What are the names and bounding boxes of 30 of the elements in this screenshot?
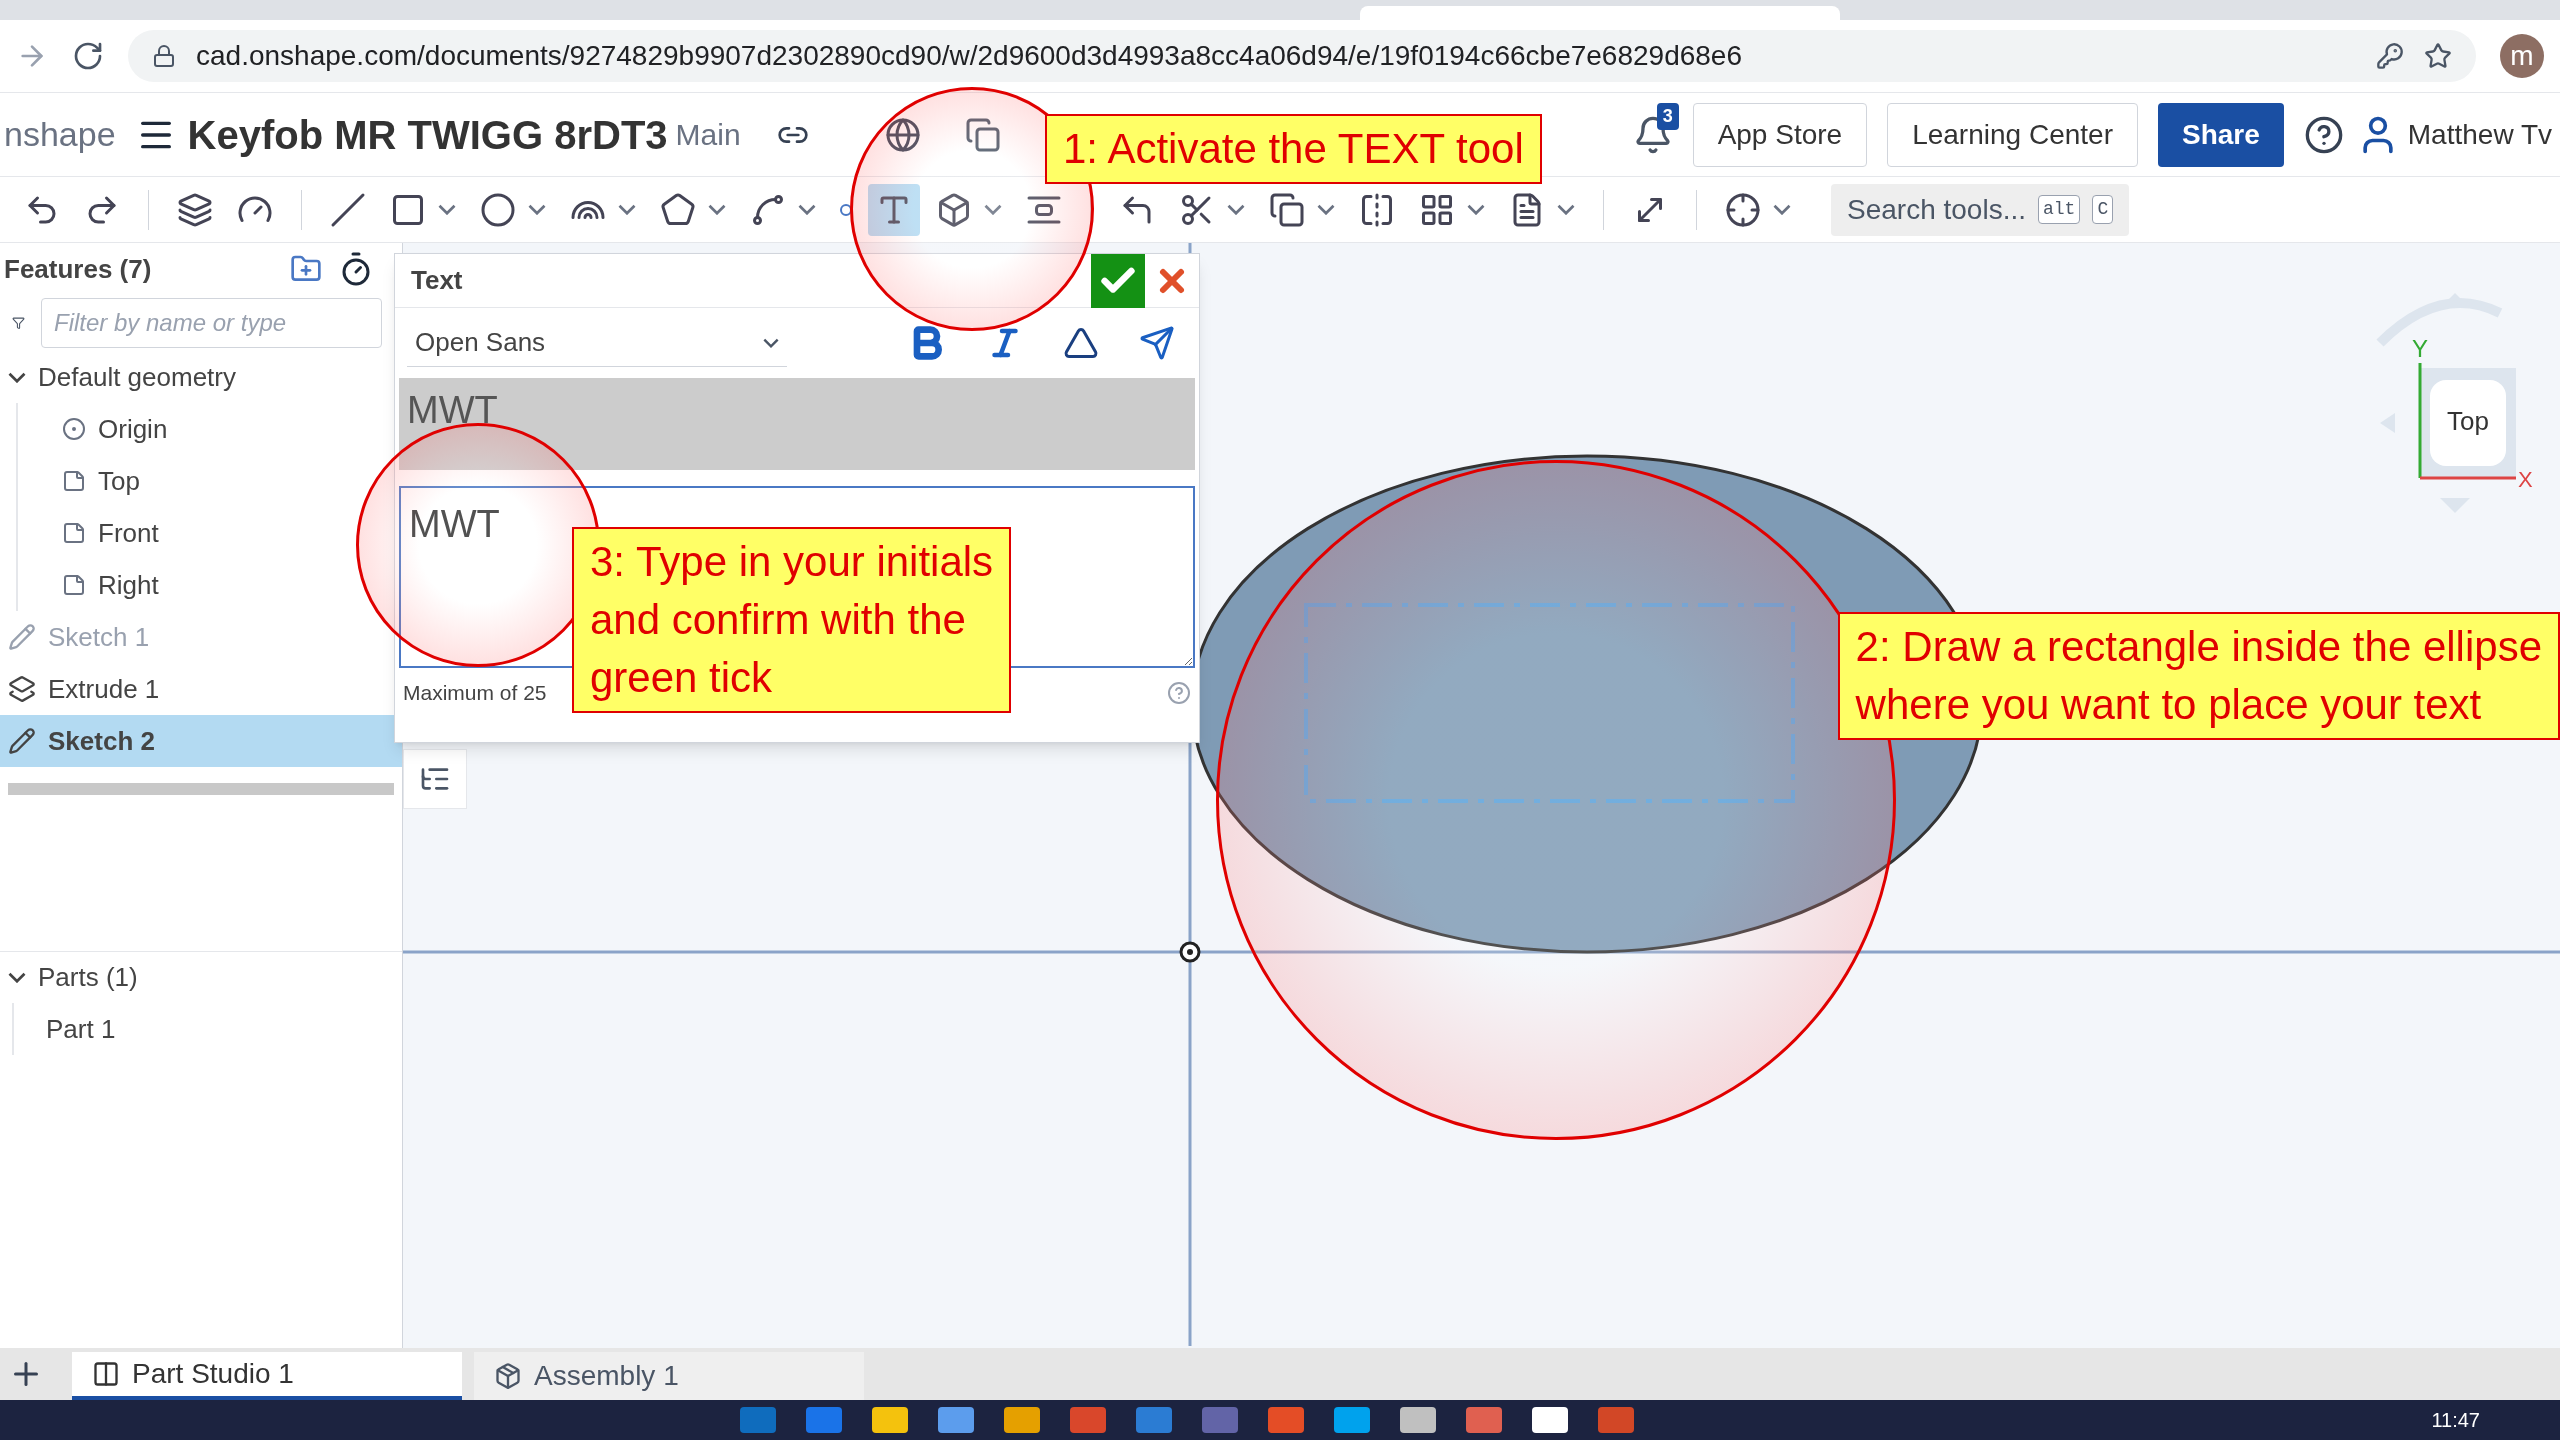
hint-text: Maximum of 25 [403, 680, 547, 707]
feature-label: Sketch 1 [48, 620, 150, 654]
notification-badge: 3 [1656, 102, 1679, 130]
callout-tooltip: 3: Type in your initials and confirm with the green tick [572, 527, 1012, 713]
feature-label: Top [98, 464, 140, 498]
features-title: Features (7) [4, 252, 153, 286]
view-cube-face-label: Top [2447, 406, 2489, 436]
shortcut-key: C [2092, 195, 2114, 224]
clock-time: 11:47 [2431, 1408, 2480, 1433]
dialog-title: Text [410, 264, 464, 297]
feature-label: Right [98, 568, 159, 602]
branch-label: Main [675, 117, 741, 153]
x-axis-label: X [2518, 467, 2533, 492]
feature-label: Extrude 1 [48, 672, 160, 706]
document-title: Keyfob MR TWIGG 8rDT3 [187, 111, 668, 159]
parts-header: Parts (1) [38, 961, 138, 994]
callout-tooltip: 2: Draw a rectangle inside the ellipse where you want to place your text [1837, 612, 2560, 740]
feature-label: Front [98, 516, 159, 550]
callout-tooltip: 1: Activate the TEXT tool [1045, 114, 1542, 184]
tab-label: Part Studio 1 [132, 1357, 294, 1391]
feature-label: Sketch 2 [48, 724, 155, 758]
feature-label: Default geometry [38, 360, 236, 394]
url-text: cad.onshape.com/documents/9274829b9907d2302890cd90/w/2d9600d3d4993a8cc4a06d94/e/19f0194c66cbe7e6829d68e6 [196, 39, 1742, 73]
tab-label: Assembly 1 [534, 1359, 679, 1393]
logo-text: nshape [3, 114, 116, 155]
text-preview: MWT [399, 378, 1195, 470]
shortcut-key: alt [2038, 195, 2081, 224]
search-placeholder: Search tools... [1847, 192, 2026, 227]
feature-label: Origin [98, 412, 168, 446]
y-axis-label: Y [2412, 335, 2428, 362]
